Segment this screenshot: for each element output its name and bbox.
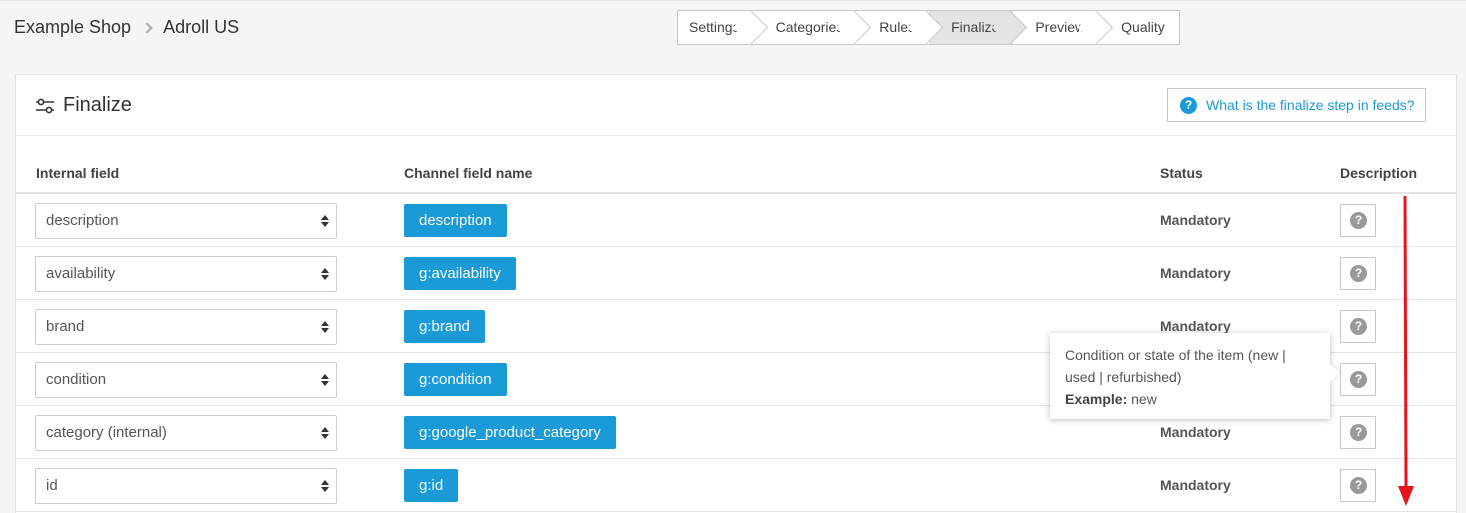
status-text: Mandatory	[1160, 477, 1231, 493]
page-title-text: Finalize	[63, 94, 132, 116]
question-circle-icon: ?	[1350, 424, 1367, 441]
finalize-help-button[interactable]: ? What is the finalize step in feeds?	[1167, 88, 1426, 122]
sort-arrows-icon	[321, 480, 329, 492]
channel-field-badge: g:condition	[404, 363, 507, 396]
table-row: availability g:availability Mandatory ?	[16, 247, 1456, 300]
sort-arrows-icon	[321, 215, 329, 227]
description-help-button[interactable]: ?	[1340, 257, 1376, 290]
description-help-button[interactable]: ?	[1340, 204, 1376, 237]
sort-arrows-icon	[321, 321, 329, 333]
header-status: Status	[1160, 165, 1203, 181]
internal-field-select[interactable]: brand	[35, 309, 337, 345]
question-circle-icon: ?	[1180, 96, 1197, 114]
arrow-down-icon	[1398, 196, 1414, 506]
status-text: Mandatory	[1160, 265, 1231, 281]
table-row: id g:id Mandatory ?	[16, 459, 1456, 512]
top-bar: Example Shop Adroll US Settings Categori…	[0, 0, 1466, 54]
internal-field-value: id	[46, 477, 58, 494]
sort-arrows-icon	[321, 374, 329, 386]
sort-arrows-icon	[321, 427, 329, 439]
internal-field-select[interactable]: id	[35, 468, 337, 504]
internal-field-value: condition	[46, 371, 107, 388]
finalize-help-label: What is the finalize step in feeds?	[1206, 97, 1415, 113]
card-header: Finalize ? What is the finalize step in …	[16, 75, 1456, 136]
description-help-button[interactable]: ?	[1340, 310, 1376, 343]
internal-field-value: category (internal)	[46, 424, 167, 441]
breadcrumb-shop[interactable]: Example Shop	[14, 17, 131, 38]
internal-field-select[interactable]: condition	[35, 362, 337, 398]
channel-field-badge: g:google_product_category	[404, 416, 616, 449]
description-help-button[interactable]: ?	[1340, 363, 1376, 396]
table-row: description description Mandatory ?	[16, 194, 1456, 247]
status-text: Mandatory	[1160, 318, 1231, 334]
internal-field-value: brand	[46, 318, 85, 335]
description-help-button[interactable]: ?	[1340, 416, 1376, 449]
question-circle-icon: ?	[1350, 265, 1367, 282]
description-tooltip: Condition or state of the item (new | us…	[1050, 333, 1330, 419]
tooltip-example-label: Example:	[1065, 391, 1128, 407]
chevron-right-icon	[141, 21, 153, 34]
status-text: Mandatory	[1160, 424, 1231, 440]
header-description: Description	[1340, 165, 1418, 181]
description-help-button[interactable]: ?	[1340, 469, 1376, 502]
question-circle-icon: ?	[1350, 212, 1367, 229]
tooltip-text: Condition or state of the item (new | us…	[1065, 347, 1286, 385]
channel-field-badge: g:id	[404, 469, 459, 502]
header-internal-field: Internal field	[36, 165, 120, 181]
finalize-card: Finalize ? What is the finalize step in …	[15, 74, 1457, 513]
breadcrumb: Example Shop Adroll US	[14, 17, 239, 38]
step-settings[interactable]: Settings	[678, 11, 754, 44]
header-channel-field: Channel field name	[404, 165, 533, 181]
tooltip-example-value: new	[1131, 391, 1157, 407]
sliders-icon	[36, 98, 54, 113]
internal-field-select[interactable]: description	[35, 203, 337, 239]
question-circle-icon: ?	[1350, 477, 1367, 494]
channel-field-badge: g:brand	[404, 310, 485, 343]
question-circle-icon: ?	[1350, 318, 1367, 335]
question-circle-icon: ?	[1350, 371, 1367, 388]
channel-field-badge: description	[404, 204, 507, 237]
channel-field-badge: g:availability	[404, 257, 516, 290]
step-categories[interactable]: Categories	[753, 11, 858, 44]
step-navigation: Settings Categories Rules Finalize Previ…	[677, 10, 1180, 45]
internal-field-value: availability	[46, 265, 116, 282]
page-title: Finalize	[35, 94, 132, 117]
sort-arrows-icon	[321, 268, 329, 280]
internal-field-value: description	[46, 212, 119, 229]
breadcrumb-channel[interactable]: Adroll US	[163, 17, 239, 38]
internal-field-select[interactable]: category (internal)	[35, 415, 337, 451]
status-text: Mandatory	[1160, 212, 1231, 228]
internal-field-select[interactable]: availability	[35, 256, 337, 292]
